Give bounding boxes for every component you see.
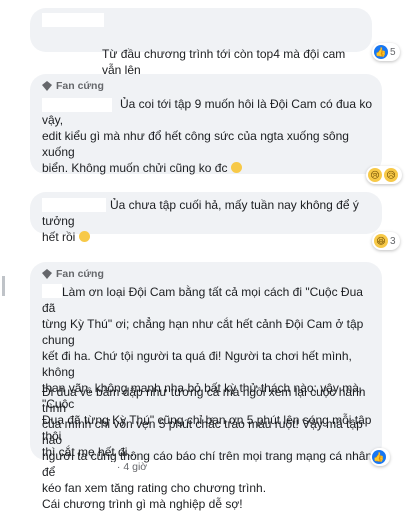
haha-icon: 😆 [374,234,388,248]
diamond-badge-icon [42,81,52,91]
like-icon: 👍 [372,450,386,464]
reaction-summary-1[interactable]: 👍 5 [372,43,400,61]
action-link-redacted[interactable] [98,461,114,473]
angry-face-icon [230,162,242,173]
like-icon: 👍 [374,45,388,59]
sad-icon: 😥 [384,168,398,182]
reaction-summary-4[interactable]: 👍 [370,448,390,466]
yum-face-icon [78,231,90,242]
comment-timestamp[interactable]: 4 giờ [123,461,147,473]
fan-badge: Fan cứng [42,268,104,280]
fan-badge: Fan cứng [42,80,372,92]
comment-bubble-1: Từ đầu chương trình tới còn top4 mà đội … [30,8,372,93]
reaction-summary-3[interactable]: 😆 3 [372,232,400,250]
commenter-name-redacted[interactable] [42,13,104,27]
cry-icon: 😢 [368,168,382,182]
diamond-badge-icon [42,269,52,279]
thread-line [2,276,5,296]
comment-text-4b: Đi đua về bầm dập như tương cả mà ngồi x… [42,385,373,511]
reaction-summary-2[interactable]: 😢 😥 [366,166,402,184]
comment-meta-4: · 4 giờ [98,461,147,473]
comment-text-2-content: Ủa coi tới tập 9 muốn hôi là Đội Cam có … [42,97,372,175]
comment-text-3: Ủa chưa tập cuối hả, mấy tuần nay không … [42,198,359,244]
